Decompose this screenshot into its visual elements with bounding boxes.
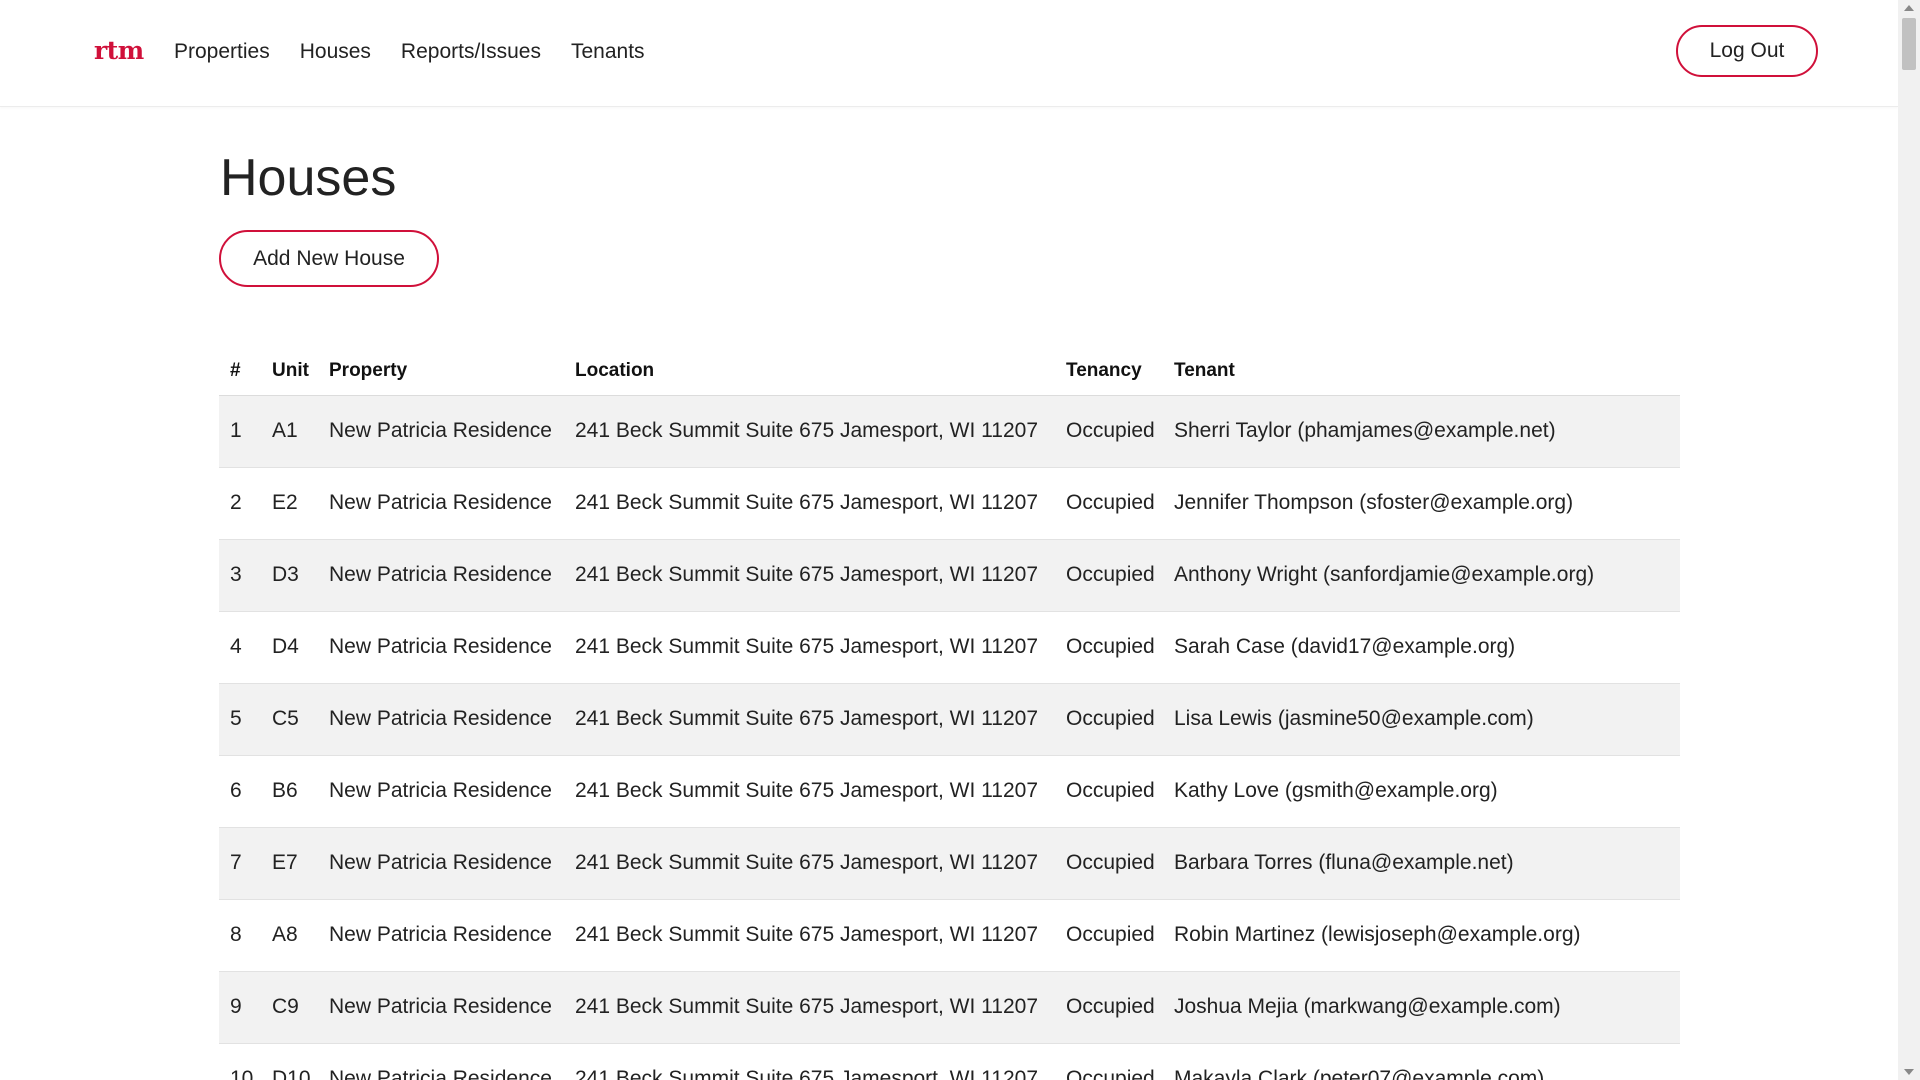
cell-number: 2 bbox=[219, 467, 272, 540]
cell-unit: A1 bbox=[272, 395, 329, 468]
cell-number: 8 bbox=[219, 899, 272, 972]
cell-location: 241 Beck Summit Suite 675 Jamesport, WI … bbox=[575, 899, 1066, 972]
add-new-house-button[interactable]: Add New House bbox=[219, 230, 439, 287]
cell-tenancy: Occupied bbox=[1066, 539, 1174, 612]
vertical-scrollbar[interactable] bbox=[1898, 0, 1920, 1080]
cell-location: 241 Beck Summit Suite 675 Jamesport, WI … bbox=[575, 539, 1066, 612]
table-row[interactable]: 2 E2 New Patricia Residence 241 Beck Summit… bbox=[219, 467, 1680, 540]
header-property: Property bbox=[329, 335, 575, 396]
cell-location: 241 Beck Summit Suite 675 Jamesport, WI … bbox=[575, 755, 1066, 828]
scroll-thumb[interactable] bbox=[1902, 18, 1916, 70]
cell-property: New Patricia Residence bbox=[329, 1043, 575, 1080]
table-row[interactable]: 5 C5 New Patricia Residence 241 Beck Summit… bbox=[219, 683, 1680, 756]
cell-number: 5 bbox=[219, 683, 272, 756]
cell-unit: D3 bbox=[272, 539, 329, 612]
cell-tenancy: Occupied bbox=[1066, 1043, 1174, 1080]
cell-tenant: Barbara Torres (fluna@example.net) bbox=[1174, 827, 1680, 900]
scroll-down-arrow-icon[interactable] bbox=[1904, 1069, 1914, 1075]
cell-location: 241 Beck Summit Suite 675 Jamesport, WI … bbox=[575, 971, 1066, 1044]
nav-link-tenants[interactable]: Tenants bbox=[571, 40, 645, 64]
cell-property: New Patricia Residence bbox=[329, 683, 575, 756]
cell-tenancy: Occupied bbox=[1066, 467, 1174, 540]
nav-link-properties[interactable]: Properties bbox=[174, 40, 270, 64]
logout-button[interactable]: Log Out bbox=[1676, 25, 1818, 77]
cell-property: New Patricia Residence bbox=[329, 611, 575, 684]
cell-tenancy: Occupied bbox=[1066, 395, 1174, 468]
nav-link-reports-issues[interactable]: Reports/Issues bbox=[401, 40, 541, 64]
cell-location: 241 Beck Summit Suite 675 Jamesport, WI … bbox=[575, 467, 1066, 540]
header-number: # bbox=[219, 335, 272, 396]
cell-number: 7 bbox=[219, 827, 272, 900]
cell-tenant: Lisa Lewis (jasmine50@example.com) bbox=[1174, 683, 1680, 756]
brand-logo[interactable]: rtm bbox=[94, 36, 144, 65]
cell-number: 3 bbox=[219, 539, 272, 612]
cell-location: 241 Beck Summit Suite 675 Jamesport, WI … bbox=[575, 827, 1066, 900]
cell-tenant: Sherri Taylor (phamjames@example.net) bbox=[1174, 395, 1680, 468]
cell-unit: C9 bbox=[272, 971, 329, 1044]
cell-tenant: Kathy Love (gsmith@example.org) bbox=[1174, 755, 1680, 828]
table-row[interactable]: 7 E7 New Patricia Residence 241 Beck Summit… bbox=[219, 827, 1680, 900]
table-body: 1 A1 New Patricia Residence 241 Beck Summit… bbox=[219, 395, 1680, 1080]
cell-tenant: Makayla Clark (peter07@example.com) bbox=[1174, 1043, 1680, 1080]
cell-tenant: Sarah Case (david17@example.org) bbox=[1174, 611, 1680, 684]
houses-table-container: # Unit Property Location Tenancy Tenant … bbox=[219, 335, 1680, 1080]
header-tenant: Tenant bbox=[1174, 335, 1680, 396]
cell-property: New Patricia Residence bbox=[329, 755, 575, 828]
cell-location: 241 Beck Summit Suite 675 Jamesport, WI … bbox=[575, 1043, 1066, 1080]
top-navbar: rtm Properties Houses Reports/Issues Ten… bbox=[0, 0, 1898, 107]
table-row[interactable]: 10 D10 New Patricia Residence 241 Beck Summ… bbox=[219, 1043, 1680, 1080]
cell-number: 10 bbox=[219, 1043, 272, 1080]
cell-unit: D4 bbox=[272, 611, 329, 684]
cell-location: 241 Beck Summit Suite 675 Jamesport, WI … bbox=[575, 683, 1066, 756]
cell-tenancy: Occupied bbox=[1066, 899, 1174, 972]
cell-property: New Patricia Residence bbox=[329, 827, 575, 900]
cell-property: New Patricia Residence bbox=[329, 899, 575, 972]
cell-unit: B6 bbox=[272, 755, 329, 828]
cell-property: New Patricia Residence bbox=[329, 539, 575, 612]
cell-property: New Patricia Residence bbox=[329, 395, 575, 468]
cell-tenancy: Occupied bbox=[1066, 611, 1174, 684]
cell-unit: D10 bbox=[272, 1043, 329, 1080]
cell-unit: E7 bbox=[272, 827, 329, 900]
cell-property: New Patricia Residence bbox=[329, 971, 575, 1044]
header-tenancy: Tenancy bbox=[1066, 335, 1174, 396]
table-row[interactable]: 6 B6 New Patricia Residence 241 Beck Summit… bbox=[219, 755, 1680, 828]
table-row[interactable]: 8 A8 New Patricia Residence 241 Beck Summit… bbox=[219, 899, 1680, 972]
table-row[interactable]: 9 C9 New Patricia Residence 241 Beck Summit… bbox=[219, 971, 1680, 1044]
cell-number: 6 bbox=[219, 755, 272, 828]
table-header-row: # Unit Property Location Tenancy Tenant bbox=[219, 335, 1680, 396]
cell-tenancy: Occupied bbox=[1066, 683, 1174, 756]
cell-unit: A8 bbox=[272, 899, 329, 972]
nav-link-houses[interactable]: Houses bbox=[300, 40, 371, 64]
cell-tenancy: Occupied bbox=[1066, 971, 1174, 1044]
cell-location: 241 Beck Summit Suite 675 Jamesport, WI … bbox=[575, 611, 1066, 684]
header-unit: Unit bbox=[272, 335, 329, 396]
cell-tenant: Anthony Wright (sanfordjamie@example.org… bbox=[1174, 539, 1680, 612]
cell-unit: C5 bbox=[272, 683, 329, 756]
scroll-up-arrow-icon[interactable] bbox=[1904, 5, 1914, 11]
page-title: Houses bbox=[220, 149, 397, 207]
header-location: Location bbox=[575, 335, 1066, 396]
cell-location: 241 Beck Summit Suite 675 Jamesport, WI … bbox=[575, 395, 1066, 468]
table-row[interactable]: 4 D4 New Patricia Residence 241 Beck Summit… bbox=[219, 611, 1680, 684]
cell-property: New Patricia Residence bbox=[329, 467, 575, 540]
cell-number: 4 bbox=[219, 611, 272, 684]
houses-table: # Unit Property Location Tenancy Tenant … bbox=[219, 335, 1680, 1080]
cell-unit: E2 bbox=[272, 467, 329, 540]
cell-number: 9 bbox=[219, 971, 272, 1044]
cell-tenancy: Occupied bbox=[1066, 827, 1174, 900]
cell-number: 1 bbox=[219, 395, 272, 468]
cell-tenant: Jennifer Thompson (sfoster@example.org) bbox=[1174, 467, 1680, 540]
cell-tenant: Joshua Mejia (markwang@example.com) bbox=[1174, 971, 1680, 1044]
app-root: rtm Properties Houses Reports/Issues Ten… bbox=[0, 0, 1920, 1080]
cell-tenant: Robin Martinez (lewisjoseph@example.org) bbox=[1174, 899, 1680, 972]
table-row[interactable]: 3 D3 New Patricia Residence 241 Beck Summit… bbox=[219, 539, 1680, 612]
table-row[interactable]: 1 A1 New Patricia Residence 241 Beck Summit… bbox=[219, 395, 1680, 468]
cell-tenancy: Occupied bbox=[1066, 755, 1174, 828]
main-nav: Properties Houses Reports/Issues Tenants bbox=[174, 40, 645, 64]
